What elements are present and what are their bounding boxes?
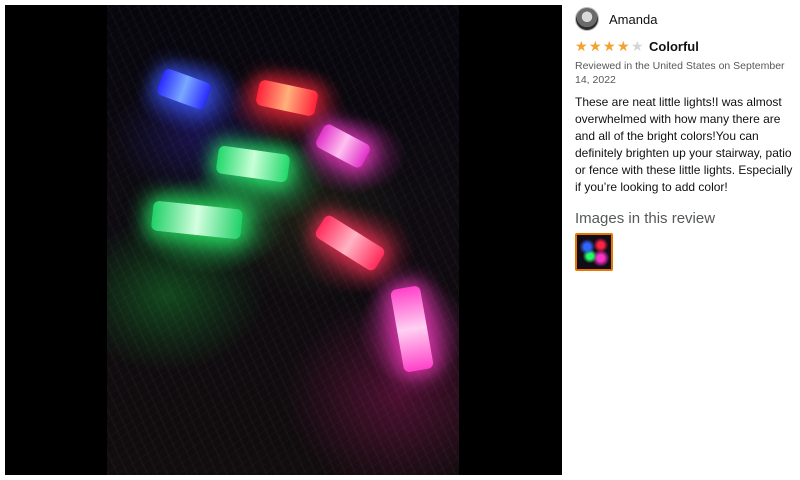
rating-row: ★★★★★★★★★★ Colorful — [575, 38, 797, 54]
star-fill: ★ — [603, 39, 616, 53]
star-icon: ★★ — [631, 37, 644, 54]
review-image-modal: Amanda ★★★★★★★★★★ Colorful Reviewed in t… — [0, 0, 800, 480]
star-icon: ★★ — [617, 37, 630, 54]
star-rating: ★★★★★★★★★★ — [575, 37, 645, 54]
star-icon: ★★ — [589, 37, 602, 54]
star-fill: ★ — [617, 39, 630, 53]
avatar-icon — [575, 7, 599, 31]
review-author[interactable]: Amanda — [575, 6, 797, 32]
star-fill: ★ — [575, 39, 588, 53]
review-title: Colorful — [649, 38, 699, 54]
review-body: These are neat little lights!I was almos… — [575, 95, 793, 194]
star-icon: ★★ — [603, 37, 616, 54]
review-panel: Amanda ★★★★★★★★★★ Colorful Reviewed in t… — [575, 6, 797, 476]
images-heading: Images in this review — [575, 210, 716, 227]
star-icon: ★★ — [575, 37, 588, 54]
author-name[interactable]: Amanda — [609, 12, 657, 27]
star-fill: ★ — [589, 39, 602, 53]
review-photo[interactable] — [107, 5, 459, 475]
image-viewer — [5, 5, 562, 475]
review-image-thumbnail[interactable] — [575, 233, 613, 271]
review-date: Reviewed in the United States on Septemb… — [575, 60, 785, 86]
